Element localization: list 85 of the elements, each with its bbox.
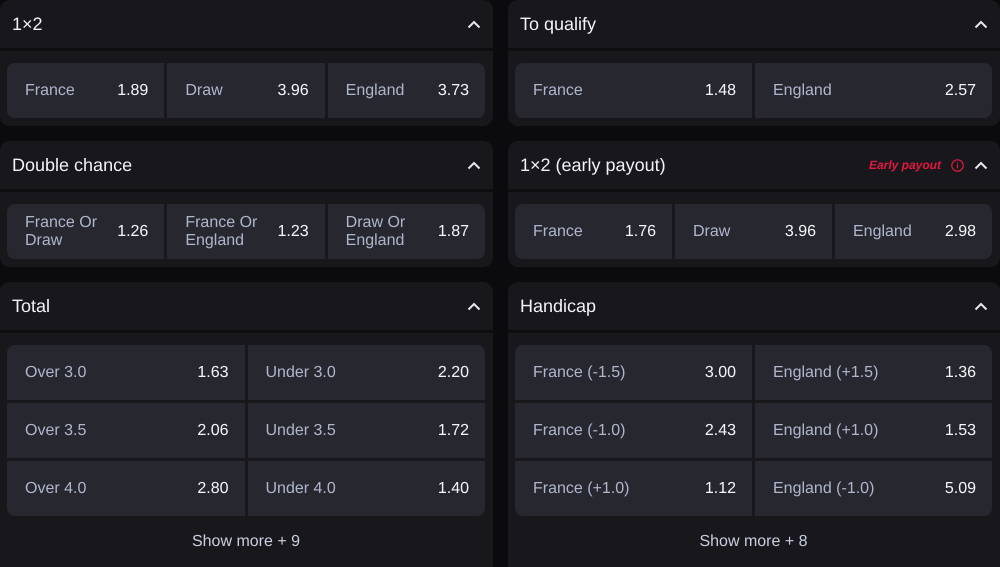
outcome-label: France Or Draw	[25, 214, 98, 250]
outcome-label: Under 4.0	[266, 480, 336, 498]
outcome-label: France (-1.5)	[533, 364, 626, 382]
odds-button[interactable]: Over 3.0 1.63	[7, 345, 244, 400]
outcome-label: France	[25, 82, 75, 100]
outcome-label: Over 3.0	[25, 364, 86, 382]
info-icon[interactable]	[951, 158, 964, 172]
odds-value: 1.23	[278, 222, 309, 240]
market-title: 1×2	[12, 14, 44, 34]
odds-value: 1.53	[944, 422, 976, 440]
odds-value: 1.40	[438, 480, 469, 498]
odds-value: 5.09	[944, 480, 976, 498]
odds-button[interactable]: Draw 3.96	[675, 204, 832, 259]
odds-value: 1.89	[117, 82, 148, 100]
odds-value: 1.48	[704, 82, 736, 100]
collapse-chevron-icon[interactable]	[974, 302, 988, 310]
outcome-label: England	[773, 82, 832, 100]
odds-value: 3.96	[784, 222, 816, 240]
market-title: Total	[12, 296, 52, 316]
market-title: Double chance	[12, 154, 134, 176]
odds-value: 1.36	[944, 364, 976, 382]
collapse-chevron-icon[interactable]	[974, 160, 988, 170]
outcome-label: England	[346, 82, 404, 100]
odds-button[interactable]: Draw Or England 1.87	[328, 204, 485, 259]
odds-value: 3.73	[438, 82, 469, 100]
odds-button[interactable]: France Or Draw 1.26	[7, 204, 164, 259]
odds-button[interactable]: France Or England 1.23	[167, 204, 325, 259]
odds-button[interactable]: Under 3.5 1.72	[248, 403, 485, 458]
collapse-chevron-icon[interactable]	[974, 20, 988, 28]
odds-value: 3.00	[704, 364, 736, 382]
odds-value: 2.43	[704, 422, 736, 440]
outcome-label: Over 3.5	[25, 422, 86, 440]
outcome-label: Draw	[693, 222, 730, 240]
odds-button[interactable]: France 1.76	[515, 204, 672, 259]
odds-value: 2.57	[944, 82, 976, 100]
outcome-label: Draw Or England	[346, 214, 406, 250]
odds-button[interactable]: France (-1.0) 2.43	[515, 403, 752, 458]
outcome-label: France	[533, 82, 583, 100]
outcome-label: England (-1.0)	[773, 480, 874, 498]
odds-button[interactable]: France 1.89	[7, 63, 164, 118]
outcome-label: Under 3.5	[266, 422, 336, 440]
odds-button[interactable]: England (+1.0) 1.53	[755, 403, 992, 458]
outcome-label: France (-1.0)	[533, 422, 626, 440]
odds-button[interactable]: France (-1.5) 3.00	[515, 345, 752, 400]
odds-value: 1.63	[197, 364, 228, 382]
show-more-button[interactable]: Show more + 9	[186, 532, 306, 552]
odds-value: 2.80	[197, 480, 228, 498]
outcome-label: Under 3.0	[266, 364, 336, 382]
outcome-label: France (+1.0)	[533, 480, 630, 498]
odds-button[interactable]: Over 4.0 2.80	[7, 461, 244, 516]
odds-button[interactable]: England (+1.5) 1.36	[755, 345, 992, 400]
outcome-label: France Or England	[185, 214, 258, 250]
collapse-chevron-icon[interactable]	[467, 20, 481, 28]
odds-value: 1.72	[438, 422, 469, 440]
odds-value: 2.20	[438, 364, 469, 382]
odds-value: 1.76	[624, 222, 656, 240]
odds-value: 3.96	[278, 82, 309, 100]
odds-button[interactable]: France 1.48	[515, 63, 752, 118]
odds-value: 1.12	[704, 480, 736, 498]
odds-button[interactable]: Under 3.0 2.20	[248, 345, 485, 400]
odds-button[interactable]: England 3.73	[328, 63, 485, 118]
outcome-label: France	[533, 222, 583, 240]
market-title: To qualify	[520, 14, 598, 34]
odds-value: 2.98	[944, 222, 976, 240]
early-payout-label: Early payout	[868, 158, 941, 172]
outcome-label: Over 4.0	[25, 480, 86, 498]
odds-button[interactable]: Over 3.5 2.06	[7, 403, 244, 458]
collapse-chevron-icon[interactable]	[467, 302, 481, 310]
show-more-button[interactable]: Show more + 8	[693, 532, 814, 552]
outcome-label: England	[853, 222, 912, 240]
outcome-label: Draw	[185, 82, 223, 100]
outcome-label: England (+1.0)	[773, 422, 878, 440]
odds-value: 2.06	[197, 422, 228, 440]
odds-value: 1.87	[438, 222, 469, 240]
odds-button[interactable]: France (+1.0) 1.12	[515, 461, 752, 516]
odds-button[interactable]: Draw 3.96	[167, 63, 325, 118]
collapse-chevron-icon[interactable]	[467, 160, 481, 170]
outcome-label: England (+1.5)	[773, 364, 878, 382]
odds-value: 1.26	[117, 222, 148, 240]
market-title: Handicap	[520, 296, 598, 316]
odds-button[interactable]: England (-1.0) 5.09	[755, 461, 992, 516]
odds-button[interactable]: Under 4.0 1.40	[248, 461, 485, 516]
odds-button[interactable]: England 2.98	[835, 204, 992, 259]
odds-button[interactable]: England 2.57	[755, 63, 992, 118]
market-title: 1×2 (early payout)	[520, 154, 667, 176]
